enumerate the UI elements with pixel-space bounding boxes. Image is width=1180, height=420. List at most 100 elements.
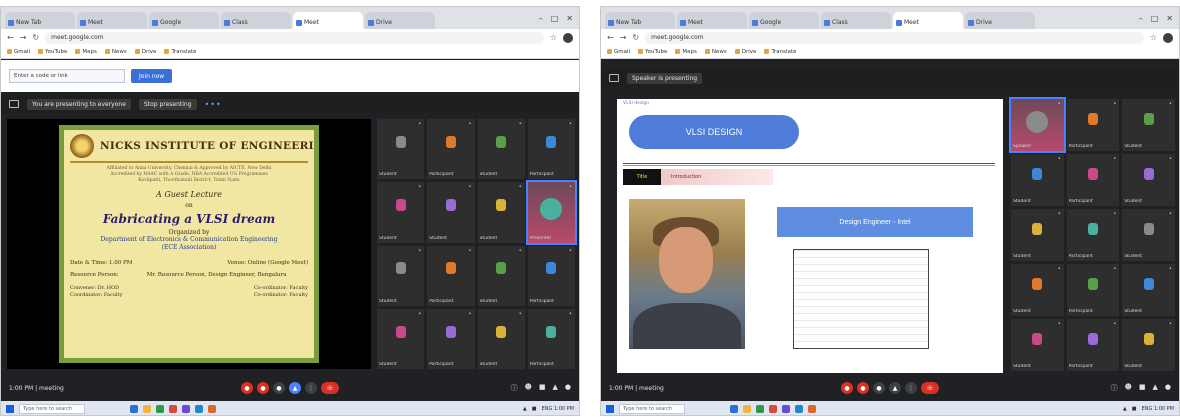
chrome-icon[interactable] [169, 405, 177, 413]
taskbar-search[interactable]: Type here to search [19, 404, 85, 414]
edge-icon[interactable] [130, 405, 138, 413]
mic-icon[interactable]: ● [241, 382, 253, 394]
star-icon[interactable]: ☆ [550, 33, 557, 42]
bookmark-item[interactable]: Maps [675, 49, 697, 55]
chat-icon[interactable]: ■ [539, 383, 546, 393]
forward-arrow-icon[interactable]: → [620, 33, 627, 42]
close-icon[interactable]: ✕ [1166, 14, 1173, 23]
bookmark-item[interactable]: Translate [764, 49, 796, 55]
participant-tile[interactable]: • Participant [1066, 154, 1120, 206]
participant-tile[interactable]: • Speaker [1009, 97, 1066, 153]
mail-icon[interactable] [195, 405, 203, 413]
browser-tab-active[interactable]: Meet [293, 12, 363, 29]
back-arrow-icon[interactable]: ← [607, 33, 614, 42]
lock-icon[interactable]: ● [1165, 383, 1171, 393]
participant-tile[interactable]: • Student [477, 308, 525, 369]
participant-tile[interactable]: • Student [1122, 154, 1175, 206]
participant-tile[interactable]: • Student [1011, 209, 1064, 261]
browser-tab[interactable]: Class [221, 12, 291, 29]
windows-start-icon[interactable] [606, 405, 614, 413]
browser-tab[interactable]: Drive [365, 12, 435, 29]
minimize-icon[interactable]: – [539, 14, 543, 23]
people-icon[interactable]: ☻ [1125, 383, 1132, 393]
browser-tab-active[interactable]: Meet [893, 12, 963, 29]
reload-icon[interactable]: ↻ [32, 33, 39, 42]
browser-tab[interactable]: Class [821, 12, 891, 29]
participant-tile[interactable]: • Student [1011, 154, 1064, 206]
participant-tile[interactable]: • Student [1122, 319, 1175, 371]
store-icon[interactable] [756, 405, 764, 413]
teams-icon[interactable] [782, 405, 790, 413]
chrome-icon[interactable] [769, 405, 777, 413]
mic-icon[interactable]: ● [841, 382, 853, 394]
browser-tab[interactable]: Meet [677, 12, 747, 29]
participant-tile[interactable]: • Student [1011, 264, 1064, 316]
explorer-icon[interactable] [743, 405, 751, 413]
more-icon[interactable]: ⋮ [305, 382, 317, 394]
bookmark-item[interactable]: Drive [734, 49, 756, 55]
people-icon[interactable]: ☻ [525, 383, 532, 393]
wifi-icon[interactable]: ▲ [1123, 406, 1127, 412]
more-icon[interactable]: ⋮ [905, 382, 917, 394]
browser-tab[interactable]: New Tab [605, 12, 675, 29]
captions-icon[interactable]: ● [873, 382, 885, 394]
minimize-icon[interactable]: – [1139, 14, 1143, 23]
participant-tile[interactable]: • Participant [427, 119, 475, 180]
stop-presenting-button[interactable]: Stop presenting [138, 98, 197, 110]
participant-tile[interactable]: • Participant [1066, 209, 1120, 261]
present-icon[interactable]: ▲ [889, 382, 901, 394]
browser-tab[interactable]: Meet [77, 12, 147, 29]
bookmark-item[interactable]: Translate [164, 49, 196, 55]
participant-tile[interactable]: • Participant [427, 245, 475, 306]
lock-icon[interactable]: ● [565, 383, 571, 393]
participant-tile[interactable]: • Participant [427, 308, 475, 369]
activities-icon[interactable]: ▲ [1153, 383, 1158, 393]
volume-icon[interactable]: ■ [532, 406, 537, 412]
profile-avatar[interactable] [1163, 32, 1173, 43]
activities-icon[interactable]: ▲ [553, 383, 558, 393]
participant-tile[interactable]: • Student [477, 119, 525, 180]
info-icon[interactable]: ⓘ [511, 383, 518, 393]
store-icon[interactable] [156, 405, 164, 413]
more-options-icon[interactable]: ••• [205, 100, 222, 109]
participant-tile[interactable]: • Participant [527, 119, 575, 180]
volume-icon[interactable]: ■ [1132, 406, 1137, 412]
bookmark-item[interactable]: Gmail [607, 49, 630, 55]
back-arrow-icon[interactable]: ← [7, 33, 14, 42]
bookmark-item[interactable]: YouTube [638, 49, 667, 55]
participant-tile[interactable]: • Student [377, 182, 425, 243]
bookmark-item[interactable]: Drive [134, 49, 156, 55]
wifi-icon[interactable]: ▲ [523, 406, 527, 412]
profile-avatar[interactable] [563, 32, 573, 43]
participant-tile[interactable]: • Student [1122, 209, 1175, 261]
clock[interactable]: ENG 1:00 PM [541, 406, 574, 412]
edge-icon[interactable] [730, 405, 738, 413]
browser-tab[interactable]: Google [749, 12, 819, 29]
maximize-icon[interactable]: □ [1151, 14, 1159, 23]
bookmark-item[interactable]: News [104, 49, 127, 55]
url-field[interactable]: meet.google.com [645, 31, 1144, 44]
bookmark-item[interactable]: Gmail [7, 49, 30, 55]
participant-tile[interactable]: • Student [427, 182, 475, 243]
participant-tile[interactable]: • Student [377, 119, 425, 180]
office-icon[interactable] [208, 405, 216, 413]
participant-tile[interactable]: • Student [1011, 319, 1064, 371]
participant-tile[interactable]: • Participant [1066, 319, 1120, 371]
bookmark-item[interactable]: YouTube [38, 49, 67, 55]
browser-tab[interactable]: New Tab [5, 12, 75, 29]
participant-tile[interactable]: • Student [1122, 99, 1175, 151]
mail-icon[interactable] [795, 405, 803, 413]
end-call-icon[interactable]: ☏ [921, 382, 939, 394]
participant-tile[interactable]: • Student [1122, 264, 1175, 316]
captions-icon[interactable]: ● [273, 382, 285, 394]
explorer-icon[interactable] [143, 405, 151, 413]
office-icon[interactable] [808, 405, 816, 413]
bookmark-item[interactable]: Maps [75, 49, 97, 55]
participant-tile[interactable]: • Participant [1066, 264, 1120, 316]
teams-icon[interactable] [182, 405, 190, 413]
close-icon[interactable]: ✕ [566, 14, 573, 23]
windows-start-icon[interactable] [6, 405, 14, 413]
join-button[interactable]: Join now [131, 69, 173, 83]
maximize-icon[interactable]: □ [551, 14, 559, 23]
url-field[interactable]: meet.google.com [45, 31, 544, 44]
